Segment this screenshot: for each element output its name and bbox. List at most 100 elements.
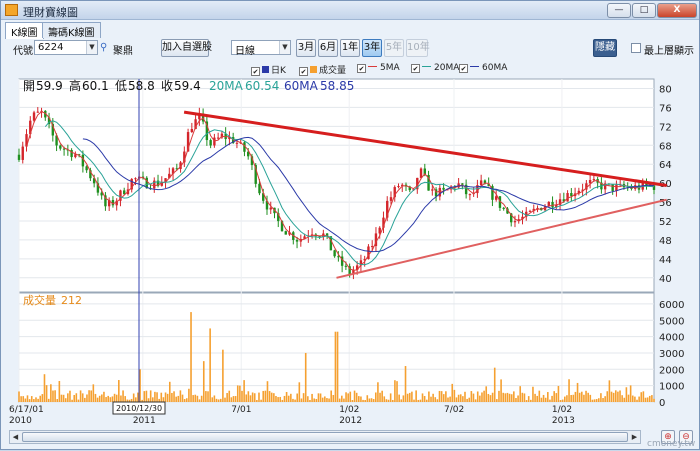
volume-bar — [408, 392, 411, 402]
candle-body — [419, 168, 423, 178]
volume-bar — [202, 361, 205, 402]
volume-bar — [52, 390, 54, 402]
volume-bar — [619, 390, 621, 402]
volume-bar — [190, 312, 192, 402]
candle-body — [528, 210, 532, 212]
volume-bar — [627, 394, 630, 402]
year-tick-label: 2013 — [552, 416, 575, 426]
volume-bar — [43, 374, 46, 402]
volume-bar — [519, 386, 522, 402]
volume-bar — [75, 393, 78, 402]
scroll-right-icon[interactable]: ▶ — [629, 431, 640, 443]
candle-body — [570, 193, 573, 197]
volume-bar — [41, 394, 44, 402]
candle-body — [431, 189, 434, 191]
volume-bar — [589, 394, 592, 402]
volume-bar — [551, 395, 553, 402]
candle-body — [513, 221, 517, 223]
volume-bar — [47, 398, 50, 402]
volume-bar — [226, 393, 228, 402]
volume-bar — [355, 392, 358, 402]
volume-bar — [309, 399, 311, 402]
candle-body — [85, 166, 88, 171]
horizontal-scrollbar[interactable]: ◀ ▶ — [9, 430, 641, 444]
volume-bar — [287, 395, 290, 402]
volume-bar — [101, 394, 103, 402]
volume-bar — [302, 393, 305, 402]
volume-bar — [249, 395, 252, 402]
volume-bar — [570, 395, 572, 402]
volume-bar — [175, 396, 177, 402]
watermark: cmoney.tw — [647, 439, 696, 449]
volume-bar — [464, 391, 466, 402]
volume-bar — [35, 397, 37, 402]
volume-bar — [389, 393, 392, 402]
volume-bar — [457, 394, 460, 402]
volume-bar — [217, 399, 220, 402]
volume-bar — [353, 390, 356, 402]
volume-bar — [304, 352, 307, 402]
volume-bar — [290, 393, 292, 402]
volume-bar — [185, 398, 188, 402]
volume-tick-label: 3000 — [659, 349, 684, 360]
volume-bar — [245, 394, 248, 402]
volume-bar — [642, 391, 645, 402]
volume-bar — [45, 385, 48, 402]
volume-bar — [625, 387, 628, 402]
volume-bar — [470, 391, 473, 402]
volume-bar — [487, 393, 490, 402]
candle-body — [337, 256, 340, 258]
candle-body — [59, 145, 62, 149]
volume-bar — [92, 384, 95, 402]
volume-bar — [266, 381, 269, 402]
scrollbar-thumb[interactable] — [22, 432, 628, 442]
volume-bar — [595, 399, 598, 402]
volume-bar — [213, 395, 216, 402]
app-window: 理財寶線圖 — □ X K線圖 籌碼K線圖 代號 6224 ▼ ⚲ 聚鼎 加入自… — [0, 0, 700, 450]
volume-bar — [417, 399, 420, 402]
volume-bar — [547, 392, 549, 402]
volume-bar — [275, 395, 277, 402]
volume-bar — [84, 397, 86, 402]
volume-bar — [593, 399, 596, 402]
volume-bar — [479, 395, 481, 402]
candle-body — [344, 265, 348, 267]
volume-bar — [236, 385, 239, 402]
volume-bar — [321, 397, 324, 402]
ma60-value: 58.85 — [320, 79, 354, 93]
volume-bar — [336, 331, 339, 402]
volume-bar — [77, 399, 80, 402]
volume-bar — [646, 397, 649, 402]
volume-bar — [415, 390, 417, 402]
candle-body — [479, 180, 483, 186]
volume-bar — [436, 399, 439, 402]
volume-bar — [334, 331, 337, 402]
volume-bar — [542, 394, 545, 402]
volume-bar — [171, 392, 173, 402]
year-tick-label: 2010 — [9, 416, 32, 426]
volume-bar — [530, 399, 532, 402]
volume-bar — [468, 397, 471, 402]
volume-bar — [239, 385, 241, 402]
candle-body — [284, 231, 287, 235]
volume-bar — [527, 396, 530, 402]
volume-bar — [398, 394, 400, 402]
scroll-left-icon[interactable]: ◀ — [10, 431, 21, 443]
volume-bar — [491, 392, 494, 402]
stock-chart[interactable]: 4044485256606468727680 01000200030004000… — [1, 1, 700, 451]
volume-bar — [209, 328, 211, 402]
volume-tick-label: 2000 — [659, 365, 684, 376]
volume-bar — [631, 395, 634, 402]
volume-bar — [366, 395, 369, 402]
volume-bar — [608, 380, 611, 402]
volume-bar — [200, 395, 203, 402]
volume-bar — [498, 390, 500, 402]
volume-bar — [28, 399, 31, 402]
volume-bar — [636, 399, 638, 402]
price-tick-label: 52 — [659, 217, 672, 228]
volume-tick-label: 5000 — [659, 316, 684, 327]
volume-bar — [30, 396, 33, 402]
volume-bar — [540, 397, 543, 402]
volume-bar — [69, 390, 71, 402]
volume-value: 212 — [61, 294, 82, 307]
